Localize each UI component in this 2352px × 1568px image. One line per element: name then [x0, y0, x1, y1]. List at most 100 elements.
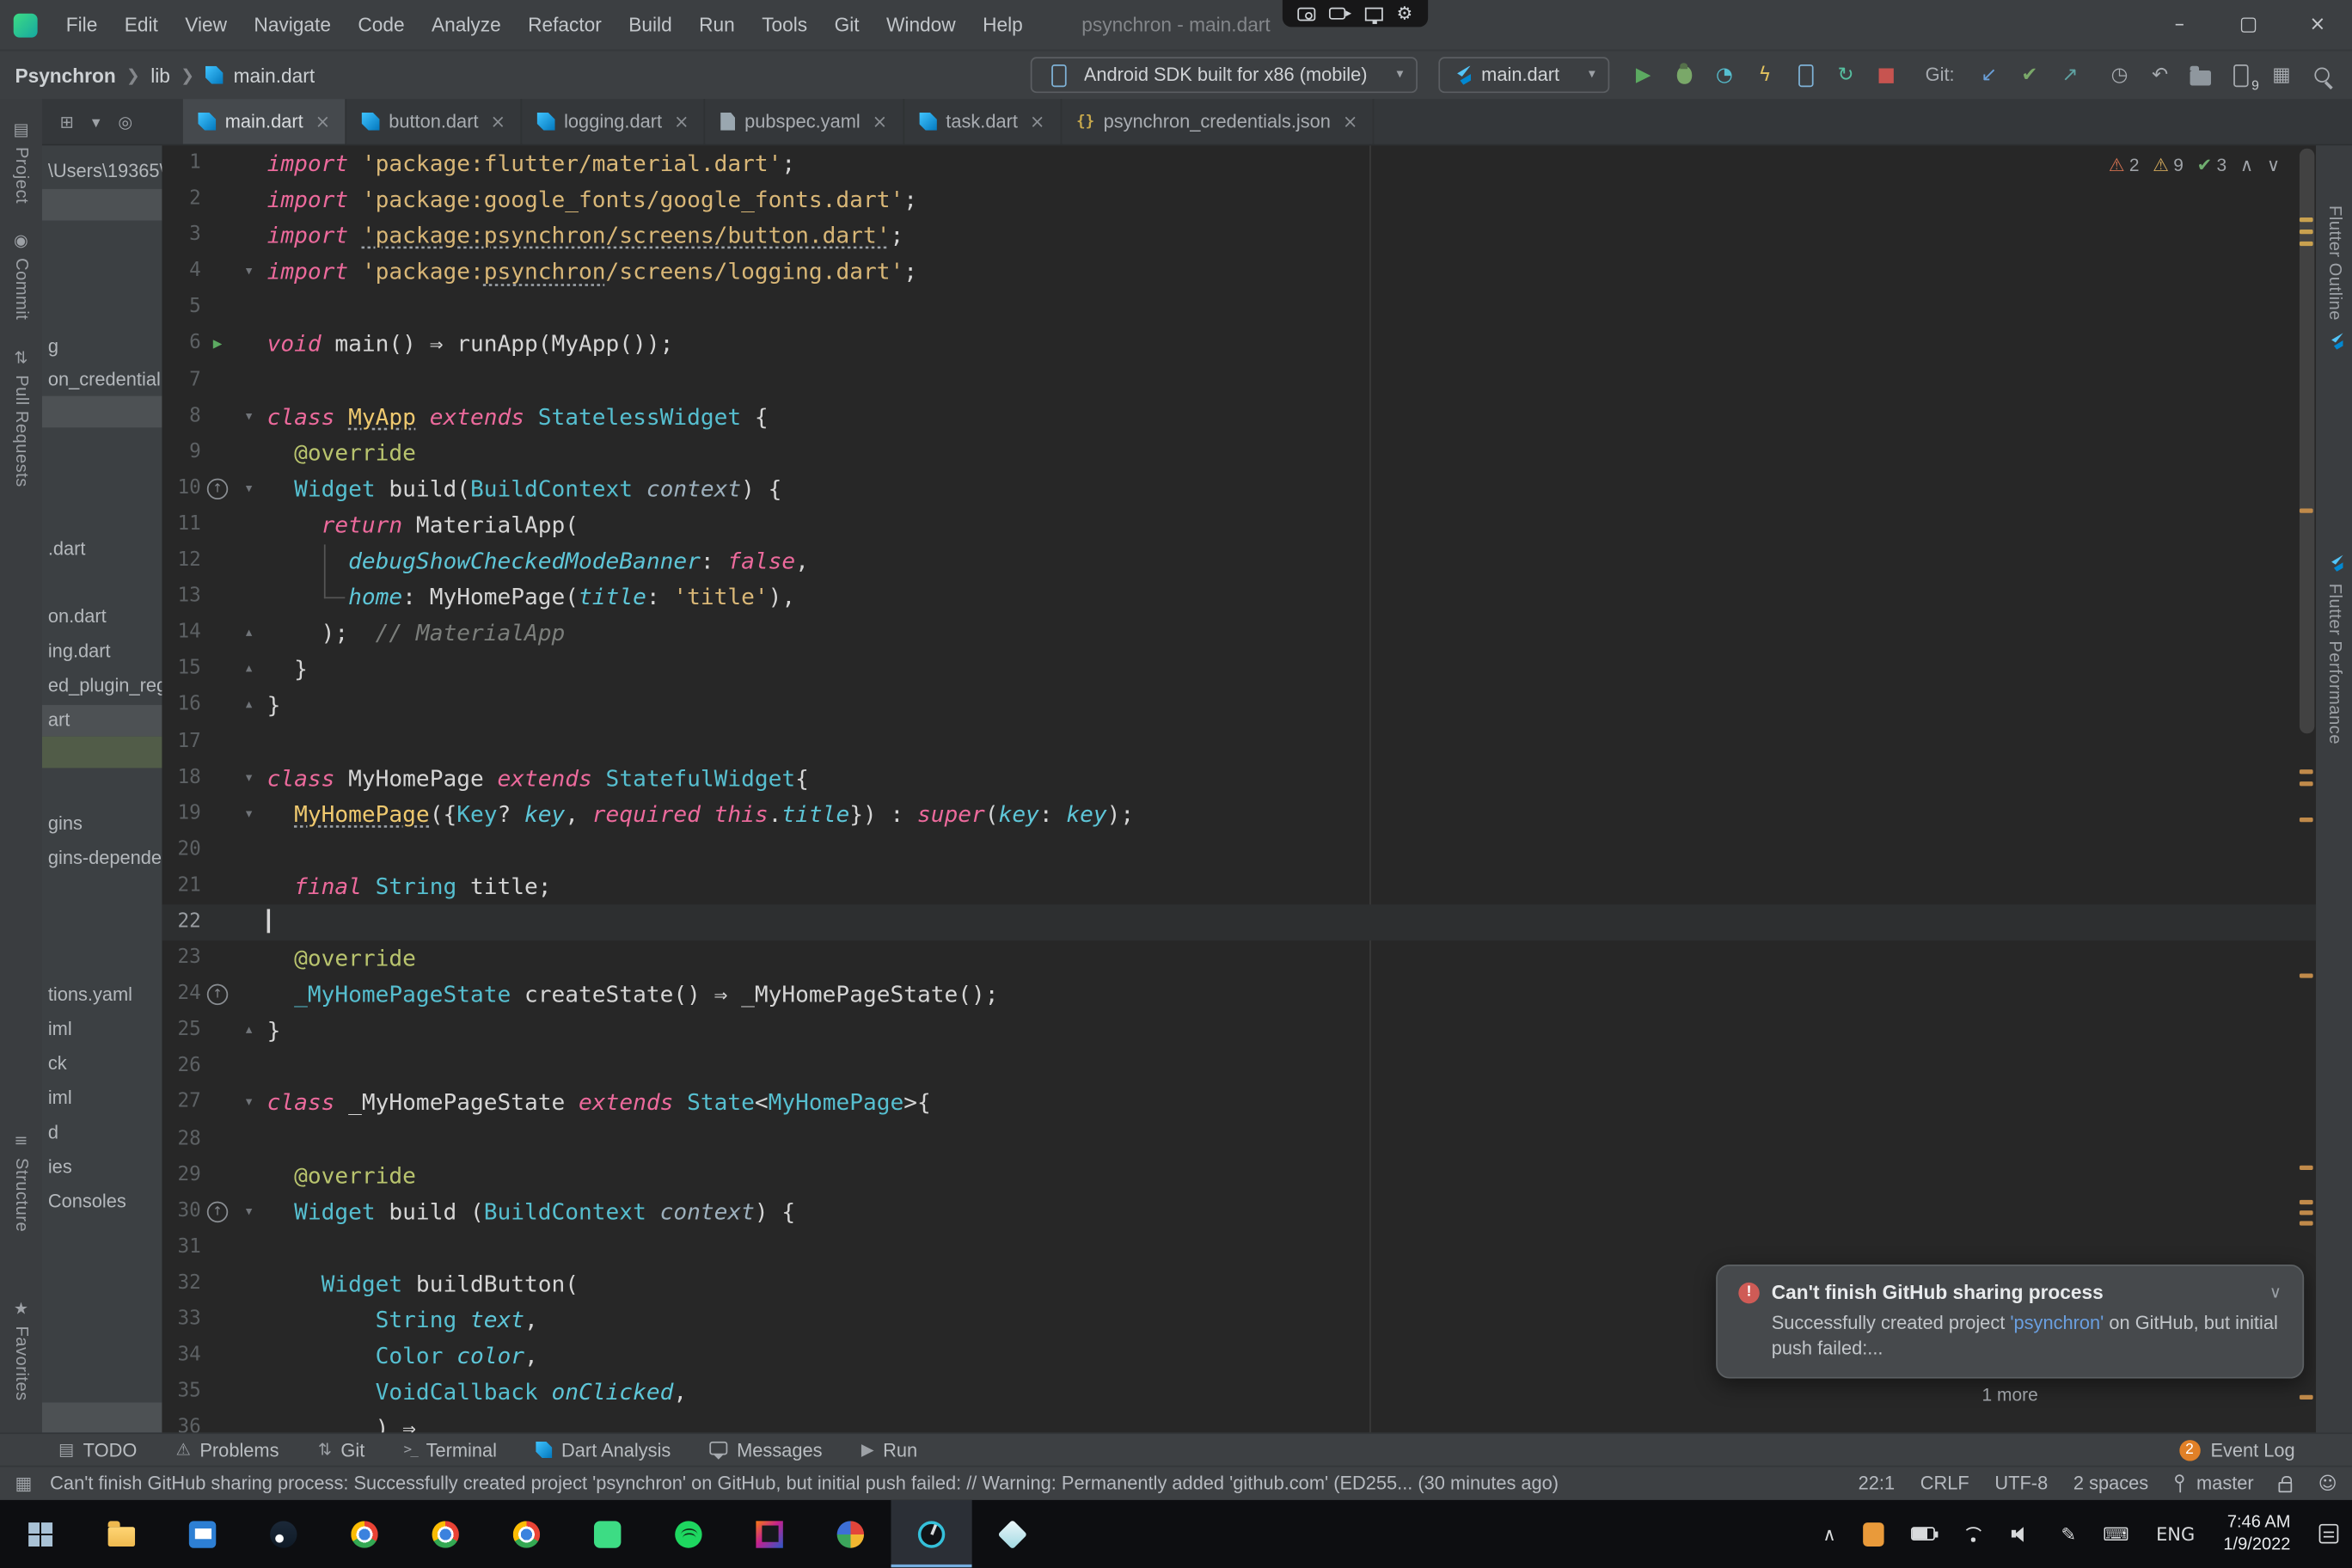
taskbar-intellij[interactable]: [729, 1500, 810, 1568]
breadcrumb-item[interactable]: Psynchron: [15, 64, 115, 86]
menu-code[interactable]: Code: [345, 0, 419, 50]
more-notifications-link[interactable]: 1 more: [1716, 1385, 2304, 1406]
overriding-method-icon[interactable]: [201, 1193, 234, 1229]
locate-icon[interactable]: ◎: [118, 112, 132, 132]
commit-icon[interactable]: ✔: [2014, 60, 2044, 90]
fold-icon[interactable]: ▾: [234, 254, 264, 290]
tab-task.dart[interactable]: task.dart×: [903, 99, 1061, 144]
project-link[interactable]: 'psynchron': [2010, 1313, 2104, 1333]
taskbar-mail[interactable]: [162, 1500, 242, 1568]
update-project-icon[interactable]: ↙: [1974, 60, 2004, 90]
scrollbar[interactable]: [2298, 145, 2316, 1432]
chevron-down-icon[interactable]: ▾: [92, 112, 101, 132]
toolwindow-run-tool[interactable]: ▶Run: [842, 1439, 937, 1460]
close-icon[interactable]: ×: [1030, 111, 1045, 132]
scrollbar-thumb[interactable]: [2300, 149, 2314, 734]
tool-stripe-favorites[interactable]: ★Favorites: [0, 1299, 42, 1401]
project-tree-item[interactable]: ies: [42, 1152, 162, 1184]
menu-analyze[interactable]: Analyze: [418, 0, 514, 50]
passed-indicator[interactable]: ✔3: [2197, 155, 2226, 175]
project-tree-item[interactable]: ck: [42, 1049, 162, 1081]
warnings-indicator[interactable]: ⚠9: [2153, 155, 2184, 175]
menu-help[interactable]: Help: [969, 0, 1036, 50]
tab-main.dart[interactable]: main.dart×: [183, 99, 346, 144]
project-tree-item[interactable]: art: [42, 705, 162, 737]
close-icon[interactable]: ×: [490, 111, 505, 132]
toolwindow-terminal[interactable]: >_Terminal: [384, 1439, 517, 1460]
profiler-icon[interactable]: ◔: [1709, 60, 1739, 90]
errors-indicator[interactable]: ⚠2: [2109, 155, 2140, 175]
menu-window[interactable]: Window: [873, 0, 969, 50]
next-problem-indicator[interactable]: ∨: [2267, 155, 2280, 175]
toolwindow-git-tool[interactable]: ⇅Git: [298, 1439, 384, 1460]
taskbar-spotify[interactable]: [648, 1500, 729, 1568]
close-icon[interactable]: ×: [315, 111, 331, 132]
fold-icon[interactable]: ▾: [234, 1193, 264, 1229]
fold-icon[interactable]: ▴: [234, 688, 264, 724]
taskbar-android[interactable]: [567, 1500, 648, 1568]
fold-icon[interactable]: ▾: [234, 1085, 264, 1121]
clock[interactable]: 7:46 AM 1/9/2022: [2208, 1511, 2306, 1556]
stop-icon[interactable]: ■: [1871, 60, 1902, 90]
close-icon[interactable]: ×: [674, 111, 689, 132]
hot-restart-icon[interactable]: ↻: [1831, 60, 1861, 90]
taskbar-explorer[interactable]: [81, 1500, 162, 1568]
views-icon[interactable]: ⊞: [60, 112, 74, 132]
device-manager-icon[interactable]: 9: [2226, 60, 2256, 90]
menu-run[interactable]: Run: [685, 0, 748, 50]
tray-epic[interactable]: [1849, 1500, 1897, 1568]
debug-icon[interactable]: [1669, 60, 1699, 90]
tool-stripe-structure[interactable]: ≡Structure: [0, 1131, 42, 1233]
project-tree-item[interactable]: [42, 1402, 162, 1432]
maximize-button[interactable]: ▢: [2214, 0, 2282, 50]
history-icon[interactable]: ◷: [2104, 60, 2135, 90]
tray-hidden-icons[interactable]: ∧: [1810, 1500, 1850, 1568]
breadcrumb-item[interactable]: main.dart: [234, 64, 315, 86]
devtools-icon[interactable]: [1791, 60, 1821, 90]
tool-stripe-flutter-outline[interactable]: Flutter Outline: [2316, 205, 2352, 351]
tray-battery[interactable]: [1897, 1500, 1948, 1568]
project-tree-item[interactable]: \Users\19365\: [42, 156, 162, 187]
breadcrumb-item[interactable]: lib: [150, 64, 170, 86]
video-icon[interactable]: [1329, 8, 1345, 20]
taskbar-chrome-2[interactable]: [405, 1500, 486, 1568]
fold-icon[interactable]: ▴: [234, 616, 264, 652]
project-tree-item[interactable]: iml: [42, 1083, 162, 1115]
run-config-selector[interactable]: main.dart ▾: [1438, 57, 1609, 93]
project-panel[interactable]: \Users\19365\ gon_credential .dart on.dart i…: [42, 145, 162, 1432]
tab-pubspec.yaml[interactable]: pubspec.yaml×: [706, 99, 904, 144]
menu-navigate[interactable]: Navigate: [241, 0, 345, 50]
minimize-button[interactable]: –: [2145, 0, 2214, 50]
menu-git[interactable]: Git: [821, 0, 873, 50]
fold-icon[interactable]: ▾: [234, 760, 264, 796]
fold-icon[interactable]: ▴: [234, 1013, 264, 1049]
taskbar-steam[interactable]: [243, 1500, 324, 1568]
taskbar-diamond-app[interactable]: [972, 1500, 1053, 1568]
layout-inspector-icon[interactable]: ▦: [2267, 60, 2297, 90]
fold-icon[interactable]: ▾: [234, 471, 264, 507]
menu-file[interactable]: File: [52, 0, 111, 50]
camera-icon[interactable]: [1297, 7, 1315, 21]
indent-setting[interactable]: 2 spaces: [2073, 1473, 2148, 1493]
gear-icon[interactable]: ⚙: [1397, 4, 1413, 22]
language-indicator[interactable]: ENG: [2142, 1500, 2208, 1568]
project-tree-item[interactable]: .dart: [42, 534, 162, 566]
tab-psynchron_credentials.json[interactable]: {}psynchron_credentials.json×: [1062, 99, 1375, 144]
project-tree-item[interactable]: g: [42, 332, 162, 364]
tool-stripe-flutter-performance[interactable]: Flutter Performance: [2316, 554, 2352, 744]
taskbar-chrome-1[interactable]: [324, 1500, 405, 1568]
taskbar-chrome-3[interactable]: [486, 1500, 567, 1568]
menu-edit[interactable]: Edit: [111, 0, 172, 50]
notification-center[interactable]: [2306, 1500, 2352, 1568]
tray-pen[interactable]: ✎: [2048, 1500, 2090, 1568]
project-tree-item[interactable]: on_credential: [42, 364, 162, 396]
toolwindow-dart-analysis[interactable]: Dart Analysis: [517, 1439, 690, 1460]
flutter-attach-icon[interactable]: ϟ: [1750, 60, 1780, 90]
taskbar-color-ball[interactable]: [810, 1500, 891, 1568]
project-tree-item[interactable]: on.dart: [42, 602, 162, 634]
caret-position[interactable]: 22:1: [1859, 1473, 1895, 1493]
push-icon[interactable]: ↗: [2055, 60, 2086, 90]
run-icon[interactable]: ▶: [1628, 60, 1658, 90]
overriding-method-icon[interactable]: [201, 977, 234, 1013]
tray-keyboard[interactable]: ⌨: [2090, 1500, 2143, 1568]
